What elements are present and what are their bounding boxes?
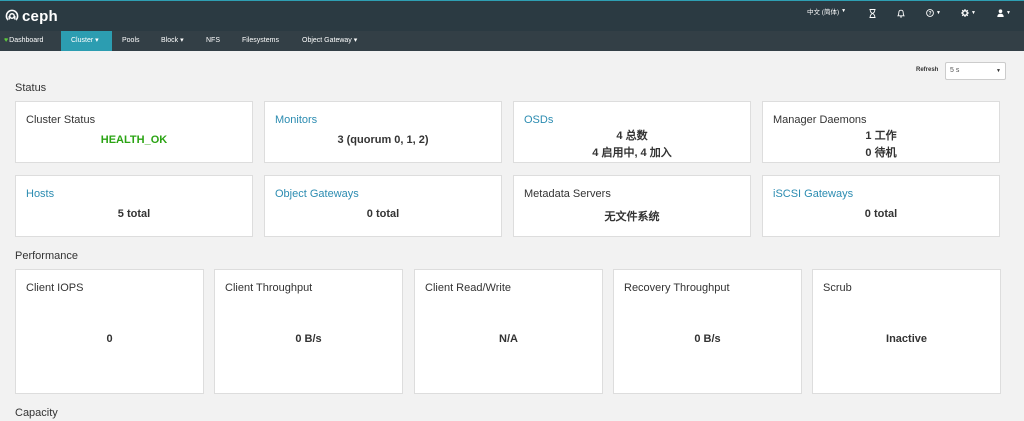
card-object-gateways: Object Gateways 0 total	[264, 175, 502, 237]
nav-cluster-label: Cluster	[71, 37, 94, 44]
card-title: Manager Daemons	[773, 114, 867, 126]
card-title: Client Throughput	[225, 282, 313, 294]
scrub-value: Inactive	[886, 333, 927, 345]
nav-nfs-label: NFS	[206, 37, 220, 44]
nav-block[interactable]: Block ▾	[155, 31, 190, 51]
section-title-capacity: Capacity	[15, 407, 58, 419]
user-dropdown[interactable]: ▼	[997, 6, 1011, 20]
refresh-interval-select[interactable]: 5 s ▼	[945, 62, 1006, 80]
card-title: Client IOPS	[26, 282, 84, 294]
caret-down-icon: ▼	[841, 8, 847, 14]
iscsi-gateways-link[interactable]: iSCSI Gateways	[773, 188, 853, 200]
ceph-logo[interactable]: ceph	[5, 7, 58, 25]
caret-down-icon: ▼	[971, 10, 976, 16]
caret-down-icon: ▼	[996, 68, 1001, 74]
chevron-down-icon: ▾	[95, 37, 99, 44]
hourglass-icon	[869, 8, 876, 18]
client-throughput-value: 0 B/s	[295, 333, 322, 345]
osds-link[interactable]: OSDs	[524, 114, 553, 126]
client-read-write-value: N/A	[499, 333, 518, 345]
caret-down-icon: ▼	[936, 10, 941, 16]
card-title: Cluster Status	[26, 114, 96, 126]
card-monitors: Monitors 3 (quorum 0, 1, 2)	[264, 101, 502, 163]
section-title-performance: Performance	[15, 250, 78, 262]
caret-down-icon: ▼	[1006, 10, 1011, 16]
nav-nfs[interactable]: NFS	[200, 31, 226, 51]
task-manager-button[interactable]	[869, 6, 876, 20]
monitors-value: 3 (quorum 0, 1, 2)	[337, 134, 429, 146]
help-dropdown[interactable]: ? ▼	[926, 6, 941, 20]
nav-pools-label: Pools	[122, 37, 140, 44]
main-navigation: ♥Dashboard Cluster ▾ Pools Block ▾ NFS F…	[0, 31, 1024, 51]
gear-icon	[961, 9, 969, 17]
osds-total-value: 4 总数	[616, 130, 648, 142]
object-gateways-value: 0 total	[366, 208, 400, 220]
refresh-interval-value: 5 s	[950, 67, 960, 74]
section-title-status: Status	[15, 82, 47, 94]
question-circle-icon: ?	[926, 9, 934, 17]
chevron-down-icon: ▾	[353, 37, 358, 44]
refresh-label: Refresh	[916, 67, 939, 73]
language-label: 中文 (简体)	[807, 9, 840, 16]
monitors-link[interactable]: Monitors	[275, 114, 317, 126]
logo-text: ceph	[22, 7, 58, 25]
card-hosts: Hosts 5 total	[15, 175, 253, 237]
managers-active-value: 1 工作	[865, 130, 897, 142]
card-client-iops: Client IOPS 0	[15, 269, 204, 394]
card-metadata-servers: Metadata Servers 无文件系统	[513, 175, 751, 237]
health-status-value: HEALTH_OK	[100, 134, 168, 146]
card-client-read-write: Client Read/Write N/A	[414, 269, 603, 394]
card-title: Metadata Servers	[524, 188, 611, 200]
client-iops-value: 0	[106, 333, 113, 345]
managers-standby-value: 0 待机	[865, 147, 897, 159]
object-gateways-link[interactable]: Object Gateways	[275, 188, 359, 200]
notifications-button[interactable]	[897, 6, 905, 20]
card-title: Client Read/Write	[425, 282, 511, 294]
svg-text:?: ?	[928, 11, 931, 17]
card-iscsi-gateways: iSCSI Gateways 0 total	[762, 175, 1000, 237]
card-cluster-status: Cluster Status HEALTH_OK	[15, 101, 253, 163]
nav-pools[interactable]: Pools	[116, 31, 146, 51]
iscsi-gateways-value: 0 total	[864, 208, 898, 220]
chevron-down-icon: ▾	[180, 37, 184, 44]
card-scrub: Scrub Inactive	[812, 269, 1001, 394]
nav-object-gateway-label: Object Gateway	[302, 37, 352, 44]
card-title: Scrub	[823, 282, 852, 294]
nav-block-label: Block	[161, 37, 179, 44]
hosts-value: 5 total	[117, 208, 151, 220]
card-title: Recovery Throughput	[624, 282, 730, 294]
nav-object-gateway[interactable]: Object Gateway ▾	[296, 31, 363, 51]
card-recovery-throughput: Recovery Throughput 0 B/s	[613, 269, 802, 394]
ceph-logo-icon	[5, 9, 19, 23]
language-dropdown[interactable]: 中文 (简体) ▼	[807, 4, 846, 18]
top-header: ceph 中文 (简体) ▼ ? ▼ ▼ ▼	[0, 0, 1024, 31]
bell-icon	[897, 9, 905, 18]
nav-filesystems-label: Filesystems	[242, 37, 279, 44]
hosts-link[interactable]: Hosts	[26, 188, 54, 200]
settings-dropdown[interactable]: ▼	[961, 6, 976, 20]
recovery-throughput-value: 0 B/s	[694, 333, 721, 345]
card-osds: OSDs 4 总数 4 启用中, 4 加入	[513, 101, 751, 163]
heart-icon: ♥	[4, 37, 9, 44]
card-manager-daemons: Manager Daemons 1 工作 0 待机	[762, 101, 1000, 163]
nav-dashboard[interactable]: ♥Dashboard	[0, 31, 49, 51]
nav-filesystems[interactable]: Filesystems	[236, 31, 285, 51]
nav-cluster[interactable]: Cluster ▾	[61, 31, 112, 51]
metadata-servers-value: 无文件系统	[604, 211, 660, 223]
card-client-throughput: Client Throughput 0 B/s	[214, 269, 403, 394]
osds-state-value: 4 启用中, 4 加入	[592, 147, 672, 159]
nav-dashboard-label: Dashboard	[9, 37, 44, 44]
user-icon	[997, 9, 1004, 17]
